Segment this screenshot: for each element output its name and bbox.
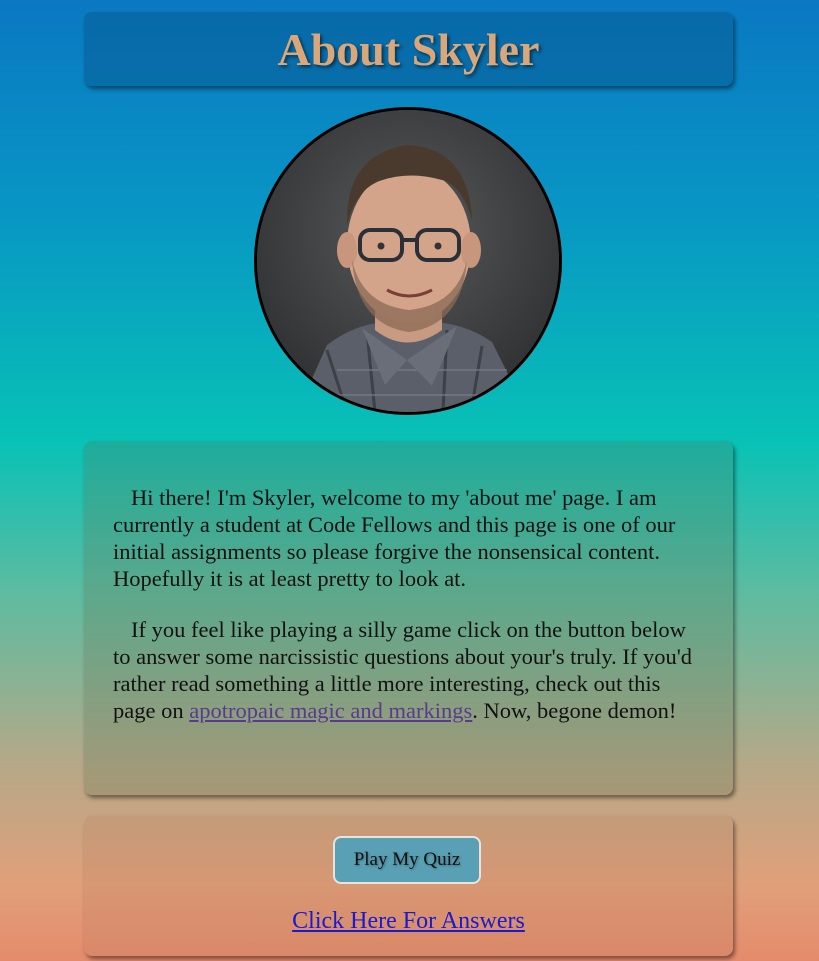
- page-title: About Skyler: [277, 24, 540, 75]
- about-content-card: Hi there! I'm Skyler, welcome to my 'abo…: [84, 441, 733, 795]
- intro-paragraph: Hi there! I'm Skyler, welcome to my 'abo…: [113, 485, 676, 591]
- game-paragraph: If you feel like playing a silly game cl…: [113, 616, 704, 724]
- apotropaic-magic-link[interactable]: apotropaic magic and markings: [189, 698, 472, 723]
- avatar: [254, 107, 562, 415]
- header-banner: About Skyler: [84, 12, 733, 86]
- quiz-card: Play My Quiz Click Here For Answers: [84, 816, 733, 956]
- answers-link[interactable]: Click Here For Answers: [84, 908, 733, 935]
- play-quiz-button[interactable]: Play My Quiz: [333, 836, 481, 884]
- game-paragraph-ending: . Now, begone demon!: [472, 698, 677, 723]
- profile-photo-icon: [257, 110, 559, 412]
